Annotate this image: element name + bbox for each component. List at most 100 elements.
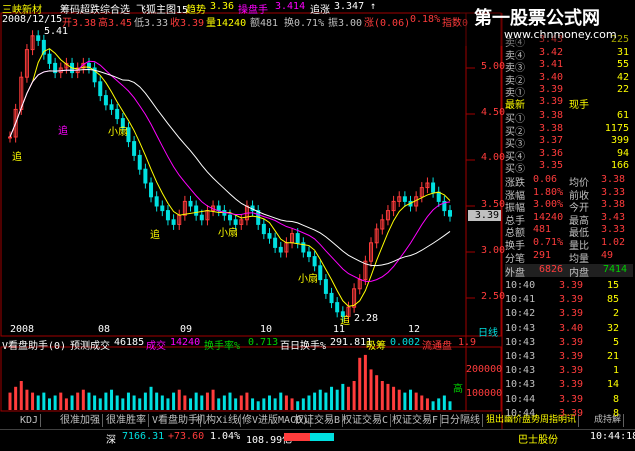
tab-quanzheng-f[interactable]: 权证交易F	[390, 414, 442, 427]
stat-row: 总额 481 最低 3.33	[505, 224, 633, 239]
signal-low-chase: 追	[340, 316, 350, 327]
liutong-value: 1.9	[458, 337, 477, 348]
volume-bar	[160, 395, 164, 410]
watermark-url: www.chnmoney.com	[504, 28, 617, 41]
volume-bar	[42, 392, 46, 410]
volume-bar	[437, 398, 441, 410]
volume-bar	[335, 389, 339, 410]
tick-row[interactable]: 10:40 3.39 15	[505, 280, 633, 294]
tab-kdj[interactable]: KDJ	[18, 414, 42, 427]
volume-bar	[104, 392, 108, 410]
ohlc-vol: 量14240	[206, 18, 247, 29]
tick-row[interactable]: 10:44 3.39 8	[505, 408, 633, 422]
tab-rifen[interactable]: 日分隔线	[438, 414, 483, 427]
ohlc-amount: 额481	[250, 18, 279, 29]
buy-level-vol: 61	[616, 110, 629, 121]
buy-level-row[interactable]: 买③ 3.37 399	[505, 135, 633, 150]
tick-time: 10:40	[505, 280, 536, 291]
tab-quanzheng-c[interactable]: 权证交易C	[340, 414, 392, 427]
low-price-label: 2.28	[354, 313, 379, 324]
tick-row[interactable]: 10:43 3.39 5	[505, 337, 633, 351]
volume-bar	[442, 395, 446, 410]
volume-bar	[155, 392, 159, 410]
broker-name[interactable]: 巴士股份	[518, 431, 558, 446]
signal-small: 小扇	[218, 228, 238, 239]
latest-price: 3.39	[539, 96, 564, 107]
daily-period-label[interactable]: 日线	[478, 324, 498, 339]
volume-bar	[397, 389, 401, 410]
volume-bar	[352, 381, 356, 410]
sell-level-row[interactable]: 卖③ 3.41 55	[505, 59, 633, 74]
tick-row[interactable]: 10:43 3.39 1	[505, 365, 633, 379]
stat-row: 振幅 3.00% 今开 3.38	[505, 199, 633, 214]
tick-row[interactable]: 10:41 3.39 85	[505, 294, 633, 308]
tick-row[interactable]: 10:43 3.39 14	[505, 379, 633, 393]
ma-line	[9, 60, 451, 282]
volume-bar	[172, 392, 176, 410]
stat-value: 3.33	[601, 224, 626, 236]
volume-bar	[239, 395, 243, 410]
signal-small: 小扇	[298, 274, 318, 285]
buy-level-row[interactable]: 买④ 3.36 94	[505, 147, 633, 163]
stat-label: 分笔	[505, 253, 525, 265]
volume-bar	[267, 395, 271, 410]
candle-body	[36, 35, 41, 41]
stat-row: 涨跌 0.06 均价 3.38	[505, 174, 633, 189]
volume-bar	[222, 395, 226, 410]
candle-body	[295, 233, 300, 244]
buy-level-row[interactable]: 买⑤ 3.35 166	[505, 160, 633, 175]
volume-bar	[126, 392, 130, 410]
volume-bar	[228, 392, 232, 410]
stat-value: 291	[533, 249, 552, 261]
tick-vol: 5	[612, 336, 619, 348]
tick-row[interactable]: 10:42 3.39 2	[505, 308, 633, 322]
tick-row[interactable]: 10:43 3.40 32	[505, 323, 633, 337]
huanshou-label: 换手率%	[204, 341, 241, 352]
candle-body	[165, 210, 170, 221]
tick-vol: 85	[606, 294, 619, 306]
candle-body	[160, 205, 165, 212]
operator-value: 3.414	[275, 1, 306, 12]
price-axis-label: 2.50	[481, 291, 506, 302]
candle-body	[329, 292, 334, 304]
tab-quanzheng-b[interactable]: 权证交易B	[292, 414, 344, 427]
tab-hzjq[interactable]: 很准加强	[58, 414, 103, 427]
month-label: 2008	[10, 324, 35, 335]
tick-row[interactable]: 10:44 3.39 8	[505, 394, 633, 408]
sell-level-row[interactable]: 卖② 3.40 42	[505, 72, 633, 87]
buy-level-vol: 94	[616, 147, 629, 159]
volume-title[interactable]: V看盘助手(0)	[2, 337, 66, 352]
tab-hzsl[interactable]: 很准胜率	[104, 414, 149, 427]
volume-bar	[392, 386, 396, 410]
stat-value: 0.06	[533, 174, 558, 185]
buy-level-row[interactable]: 买② 3.38 1175	[505, 122, 633, 138]
inner-value: 7414	[603, 264, 628, 275]
candle-body	[228, 214, 232, 221]
ohlc-rise: 涨(0.06)	[364, 18, 411, 29]
buy-level-row[interactable]: 买① 3.38 61	[505, 110, 633, 125]
volume-bar	[217, 398, 221, 410]
pred-value: 46185	[114, 337, 145, 348]
stat-row: 涨幅 1.80% 前收 3.33	[505, 187, 633, 202]
chengjiao-value: 14240	[170, 337, 201, 348]
volume-bar	[76, 392, 80, 410]
tick-price: 3.39	[559, 336, 584, 348]
candle-body	[47, 53, 52, 64]
outer-value: 6826	[539, 264, 564, 275]
price-axis-label: 3.50	[481, 199, 506, 210]
price-axis-label: 4.50	[481, 107, 506, 118]
chengjiao-label: 成交	[146, 341, 166, 352]
candle-body	[306, 251, 311, 258]
volume-bar	[369, 369, 373, 410]
sell-level-vol: 31	[616, 46, 629, 58]
index-market[interactable]: 深	[106, 431, 116, 446]
tick-vol: 8	[612, 393, 619, 405]
candle-body	[154, 196, 159, 207]
buy-level-vol: 1175	[604, 122, 629, 134]
sell-level-row[interactable]: 卖④ 3.42 31	[505, 46, 633, 62]
volume-bar	[273, 398, 277, 410]
buy-level-vol: 399	[610, 135, 629, 146]
volume-axis-label: 200000	[466, 364, 503, 375]
tick-row[interactable]: 10:43 3.39 21	[505, 351, 633, 365]
chase-value: 3.347	[334, 1, 365, 12]
